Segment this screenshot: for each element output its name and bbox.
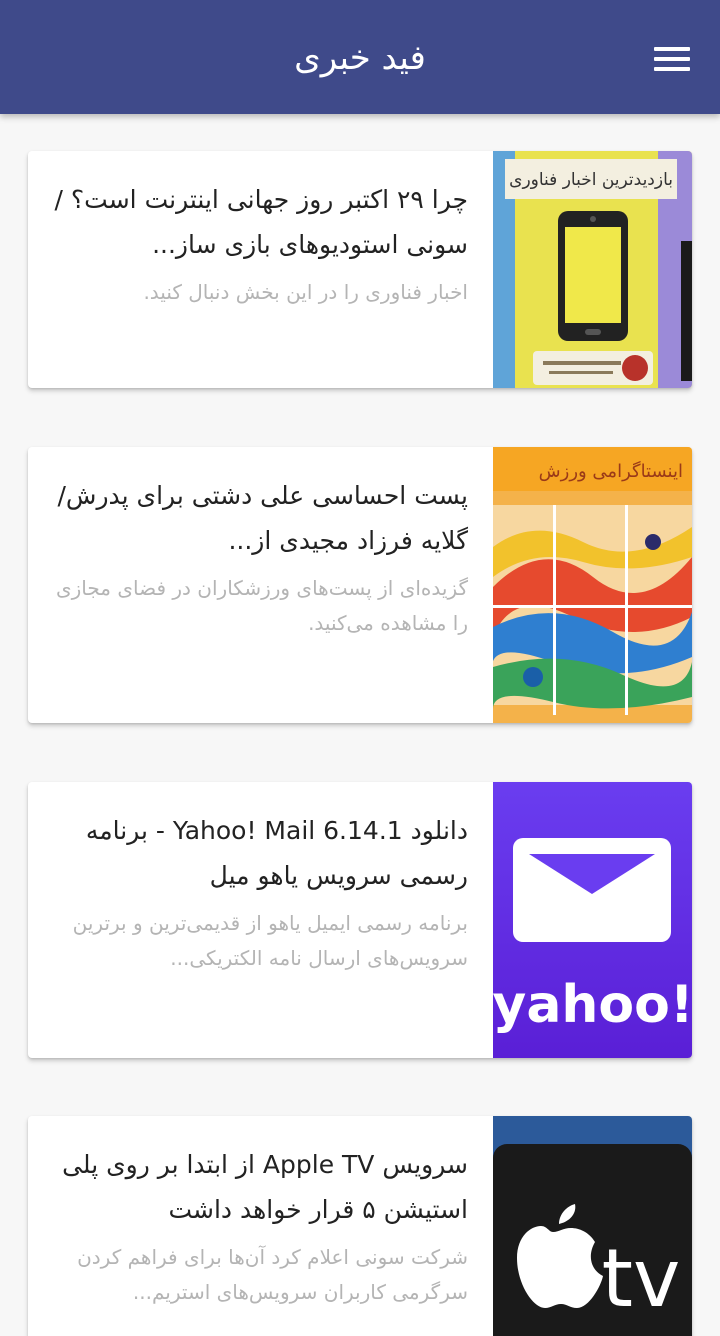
news-title[interactable]: پست احساسی علی دشتی برای پدرش/ گلایه فرز… [54, 473, 469, 563]
news-card[interactable]: yahoo! دانلود Yahoo! Mail 6.14.1 - برنام… [28, 782, 692, 1058]
news-card[interactable]: tv سرویس Apple TV از ابتدا بر روی پلی اس… [28, 1116, 692, 1336]
news-feed[interactable]: بازدیدترین اخبار فناوری چرا ۲۹ اکتبر روز… [0, 114, 720, 1336]
news-description: برنامه رسمی ایمیل یاهو از قدیمی‌ترین و ب… [72, 911, 468, 970]
yahoo-logo-text: yahoo! [493, 975, 692, 1035]
thumbnail-banner-text: بازدیدترین اخبار فناوری [509, 170, 673, 190]
news-description: شرکت سونی اعلام کرد آن‌ها برای فراهم کرد… [77, 1245, 468, 1304]
hamburger-menu-icon[interactable] [644, 38, 700, 82]
news-title[interactable]: چرا ۲۹ اکتبر روز جهانی اینترنت است؟ / سو… [54, 177, 468, 267]
page-title: فید خبری [294, 38, 426, 78]
thumbnail-banner-text: اینستاگرامی ورزش [539, 460, 683, 482]
news-thumbnail: اینستاگرامی ورزش [493, 447, 692, 723]
news-description: اخبار فناوری را در این بخش دنبال کنید. [143, 280, 468, 304]
news-card[interactable]: اینستاگرامی ورزش پست احساسی علی دشتی برا… [28, 447, 692, 723]
news-card[interactable]: بازدیدترین اخبار فناوری چرا ۲۹ اکتبر روز… [28, 151, 692, 388]
tv-logo-text: tv [602, 1232, 681, 1325]
news-title[interactable]: دانلود Yahoo! Mail 6.14.1 - برنامه رسمی … [54, 808, 468, 898]
news-description: گزیده‌ای از پست‌های ورزشکاران در فضای مج… [55, 576, 468, 635]
app-bar: فید خبری [0, 0, 720, 114]
news-thumbnail: بازدیدترین اخبار فناوری [493, 151, 692, 388]
news-title[interactable]: سرویس Apple TV از ابتدا بر روی پلی استیش… [54, 1142, 468, 1232]
yahoo-mail-thumbnail: yahoo! [493, 782, 692, 1058]
apple-tv-thumbnail: tv [493, 1116, 692, 1336]
